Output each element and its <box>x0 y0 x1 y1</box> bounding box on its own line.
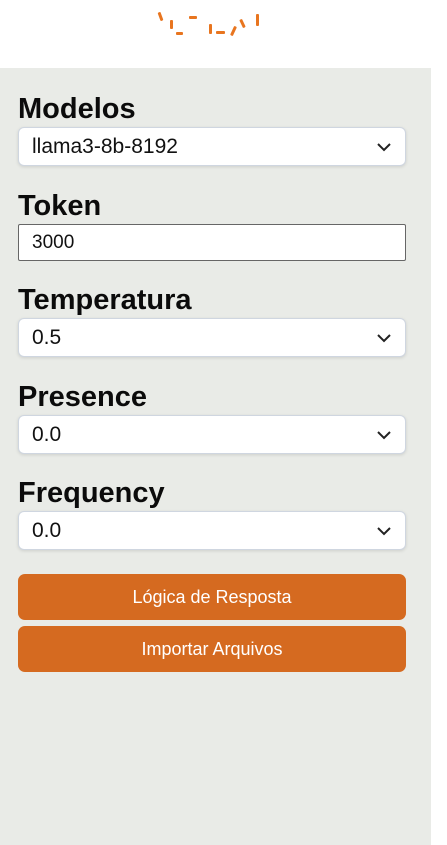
logica-de-resposta-button[interactable]: Lógica de Resposta <box>18 574 406 620</box>
token-input[interactable]: 3000 <box>18 224 406 261</box>
temperatura-select[interactable]: 0.5 <box>18 318 406 357</box>
chevron-down-icon <box>377 334 391 343</box>
chevron-down-icon <box>377 527 391 536</box>
presence-value: 0.0 <box>32 422 62 446</box>
importar-arquivos-button[interactable]: Importar Arquivos <box>18 626 406 672</box>
frequency-value: 0.0 <box>32 518 62 542</box>
page: Modelos llama3-8b-8192 Token 3000 Temper… <box>0 0 447 845</box>
modelos-label: Modelos <box>18 93 136 125</box>
presence-select[interactable]: 0.0 <box>18 415 406 454</box>
presence-label: Presence <box>18 381 147 413</box>
frequency-select[interactable]: 0.0 <box>18 511 406 550</box>
brand-logo <box>152 6 268 42</box>
settings-panel: Modelos llama3-8b-8192 Token 3000 Temper… <box>0 68 431 845</box>
modelos-select[interactable]: llama3-8b-8192 <box>18 127 406 166</box>
frequency-label: Frequency <box>18 477 165 509</box>
header <box>0 0 431 68</box>
chevron-down-icon <box>377 431 391 440</box>
token-value: 3000 <box>32 231 75 253</box>
temperatura-label: Temperatura <box>18 284 192 316</box>
modelos-value: llama3-8b-8192 <box>32 134 178 158</box>
temperatura-value: 0.5 <box>32 325 62 349</box>
token-label: Token <box>18 190 102 222</box>
chevron-down-icon <box>377 143 391 152</box>
